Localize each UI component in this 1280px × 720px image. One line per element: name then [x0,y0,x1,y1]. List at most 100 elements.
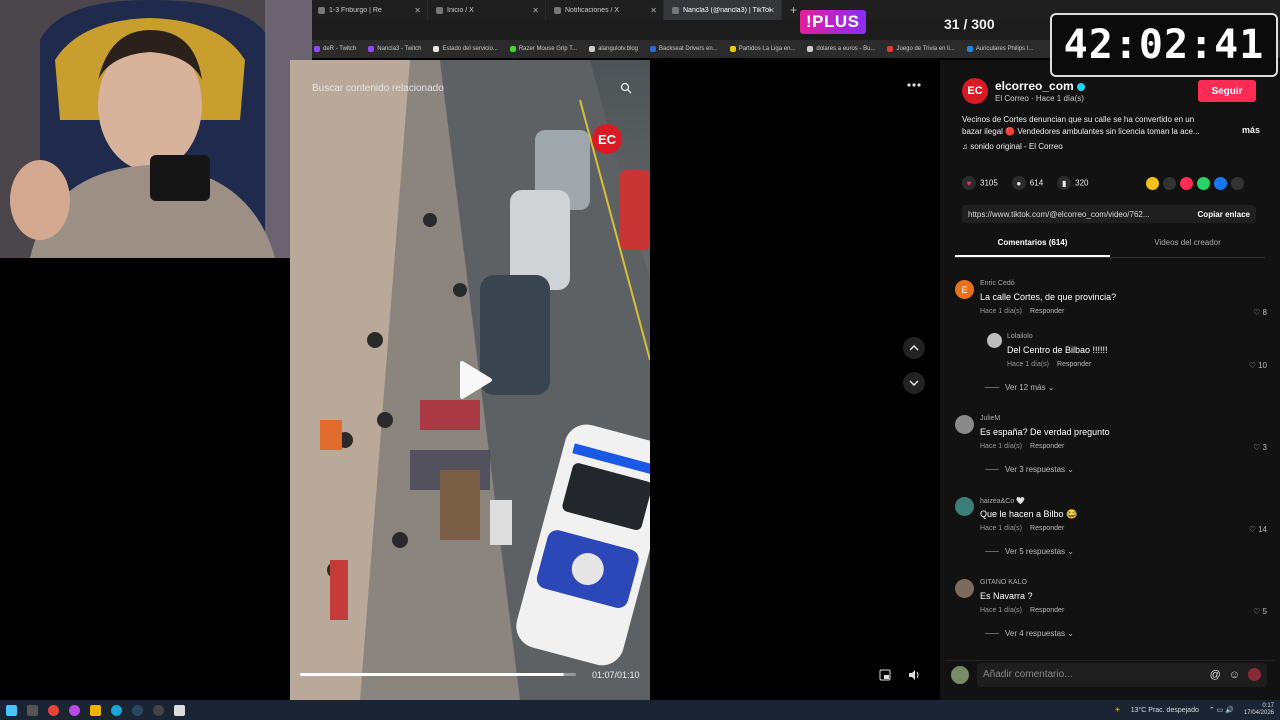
bookmark-favicon-icon [729,46,736,52]
windows-start-icon[interactable] [6,704,17,716]
bookmark-item[interactable]: dolares a euros - Bu... [807,46,875,52]
reply-button[interactable]: Responder [1030,607,1064,614]
emoji-icon[interactable]: ☺ [1229,669,1240,681]
author-name[interactable]: elcorreo_com [995,79,1085,93]
post-sound[interactable]: ♫ sonido original - El Correo [962,142,1063,151]
bookmark-item[interactable]: deR - Twitch [314,46,356,52]
reply-button[interactable]: Responder [1030,308,1064,315]
comment-like[interactable]: ♡ 3 [1253,443,1267,452]
play-icon[interactable] [452,358,496,402]
comment-avatar[interactable] [955,579,974,598]
whatsapp-icon[interactable] [1197,177,1210,190]
comment-item: GITANO KALO Es Navarra ? Hace 1 día(s) Re… [955,579,1267,619]
search-icon[interactable] [620,82,632,94]
bookmark-item[interactable]: Partidos La Liga en... [729,46,795,52]
comment-username[interactable]: GITANO KALO [980,579,1027,586]
bookmark-item[interactable]: Estado del servicio... [433,46,498,52]
bookmark-item[interactable]: Auriculares Philips I... [966,46,1034,52]
mention-icon[interactable]: @ [1210,669,1221,681]
comment-meta: Hace 1 día(s) Responder [1007,361,1091,368]
comment-username[interactable]: JulieM [980,415,1000,422]
tab-site-icon [318,6,325,14]
comment-button[interactable]: ● 614 [1011,176,1043,190]
comment-like[interactable]: ♡ 14 [1249,525,1267,534]
bookmark-label: alangulotv.blog [598,46,639,52]
reply-button[interactable]: Responder [1030,443,1064,450]
facebook-icon[interactable] [1214,177,1227,190]
video-progress-bar[interactable] [300,673,576,676]
steam-icon[interactable] [132,704,143,716]
next-video-button[interactable] [903,372,925,394]
bookmark-item[interactable]: Razer Mouse Grip T... [509,46,577,52]
tab-creator-videos[interactable]: Videos del creador [1110,236,1265,257]
browser-tab[interactable]: 1-3 Friburgo | Re ✕ [310,0,428,20]
follow-button[interactable]: Seguir [1198,80,1256,102]
comment-avatar[interactable] [955,497,974,516]
chrome-icon[interactable] [48,704,59,716]
like-count: 3105 [980,178,998,188]
related-search-bar[interactable]: Buscar contenido relacionado [312,78,638,98]
file-explorer-icon[interactable] [90,704,101,716]
author-name-text: elcorreo_com [995,79,1074,93]
comment-username[interactable]: haizea&Co 🤍 [980,497,1025,505]
heart-icon: ♥ [962,176,976,190]
bookmark-item[interactable]: Backseat Drivers en... [650,46,718,52]
comment-avatar[interactable] [987,333,1002,348]
comment-like[interactable]: ♡ 10 [1249,361,1267,370]
comment-avatar[interactable] [955,415,974,434]
embed-code-icon[interactable] [1163,177,1176,190]
close-tab-icon[interactable]: ✕ [414,6,421,15]
description-more-link[interactable]: más [1242,124,1260,136]
tab-comments[interactable]: Comentarios (614) [955,236,1110,257]
system-tray-icon[interactable]: ⌃ ▭ 🔊 [1209,706,1234,714]
send-share-icon[interactable] [1180,177,1193,190]
comment-text: Del Centro de Bilbao !!!!!! [1007,345,1108,355]
search-icon[interactable] [27,704,38,716]
picture-in-picture-icon[interactable] [876,666,894,684]
view-more-replies[interactable]: Ver 5 respuestas ⌄ [985,547,1074,556]
bookmark-item[interactable]: Nancla3 - Twitch [368,46,421,52]
bookmark-item[interactable]: Juego de Trivia en li... [887,46,955,52]
obs-icon[interactable] [153,704,164,716]
comment-username[interactable]: Lolailolo [1007,333,1033,340]
more-options-icon[interactable] [903,76,925,94]
browser-icon[interactable] [69,704,80,716]
browser-tab[interactable]: Nancla3 (@nancla3) | TikTok ✕ [664,0,782,20]
sound-label: sonido original - El Correo [970,142,1063,151]
bookmark-favicon-icon [368,46,375,52]
author-avatar[interactable]: EC [962,78,988,104]
clock[interactable]: 0:17 17/04/2026 [1244,703,1274,717]
post-description: Vecinos de Cortes denuncian que su calle… [962,114,1260,138]
send-icon[interactable] [1248,668,1261,681]
new-tab-button[interactable]: + [790,3,797,17]
comment-like[interactable]: ♡ 5 [1253,607,1267,616]
close-tab-icon[interactable]: ✕ [532,6,539,15]
reply-button[interactable]: Responder [1057,361,1091,368]
chevron-down-icon [909,380,919,386]
view-more-replies[interactable]: Ver 3 respuestas ⌄ [985,465,1074,474]
post-link-url[interactable]: https://www.tiktok.com/@elcorreo_com/vid… [968,210,1150,219]
save-button[interactable]: ▮ 320 [1057,176,1089,190]
emoji-share-icon[interactable] [1146,177,1159,190]
comment-item: E Enric Cedó La calle Cortes, de que pro… [955,280,1267,320]
comment-username[interactable]: Enric Cedó [980,280,1015,287]
previous-video-button[interactable] [903,337,925,359]
browser-tab[interactable]: Notificaciones / X ✕ [546,0,664,20]
comment-like[interactable]: ♡ 8 [1253,308,1267,317]
copy-link-button[interactable]: Copiar enlace [1198,210,1250,219]
post-link-box: https://www.tiktok.com/@elcorreo_com/vid… [962,205,1256,223]
edge-icon[interactable] [111,704,122,716]
close-tab-icon[interactable]: ✕ [768,6,775,15]
browser-tab[interactable]: Inicio / X ✕ [428,0,546,20]
comment-avatar[interactable]: E [955,280,974,299]
app-icon[interactable] [174,704,185,716]
share-arrow-icon[interactable] [1231,177,1244,190]
like-button[interactable]: ♥ 3105 [962,176,998,190]
view-more-replies[interactable]: Ver 4 respuestas ⌄ [985,629,1074,638]
volume-icon[interactable] [905,666,923,684]
reply-button[interactable]: Responder [1030,525,1064,532]
comment-input[interactable]: Añadir comentario... @ ☺ [977,662,1267,687]
close-tab-icon[interactable]: ✕ [650,6,657,15]
bookmark-item[interactable]: alangulotv.blog [589,46,638,52]
view-more-replies[interactable]: Ver 12 más ⌄ [985,383,1054,392]
